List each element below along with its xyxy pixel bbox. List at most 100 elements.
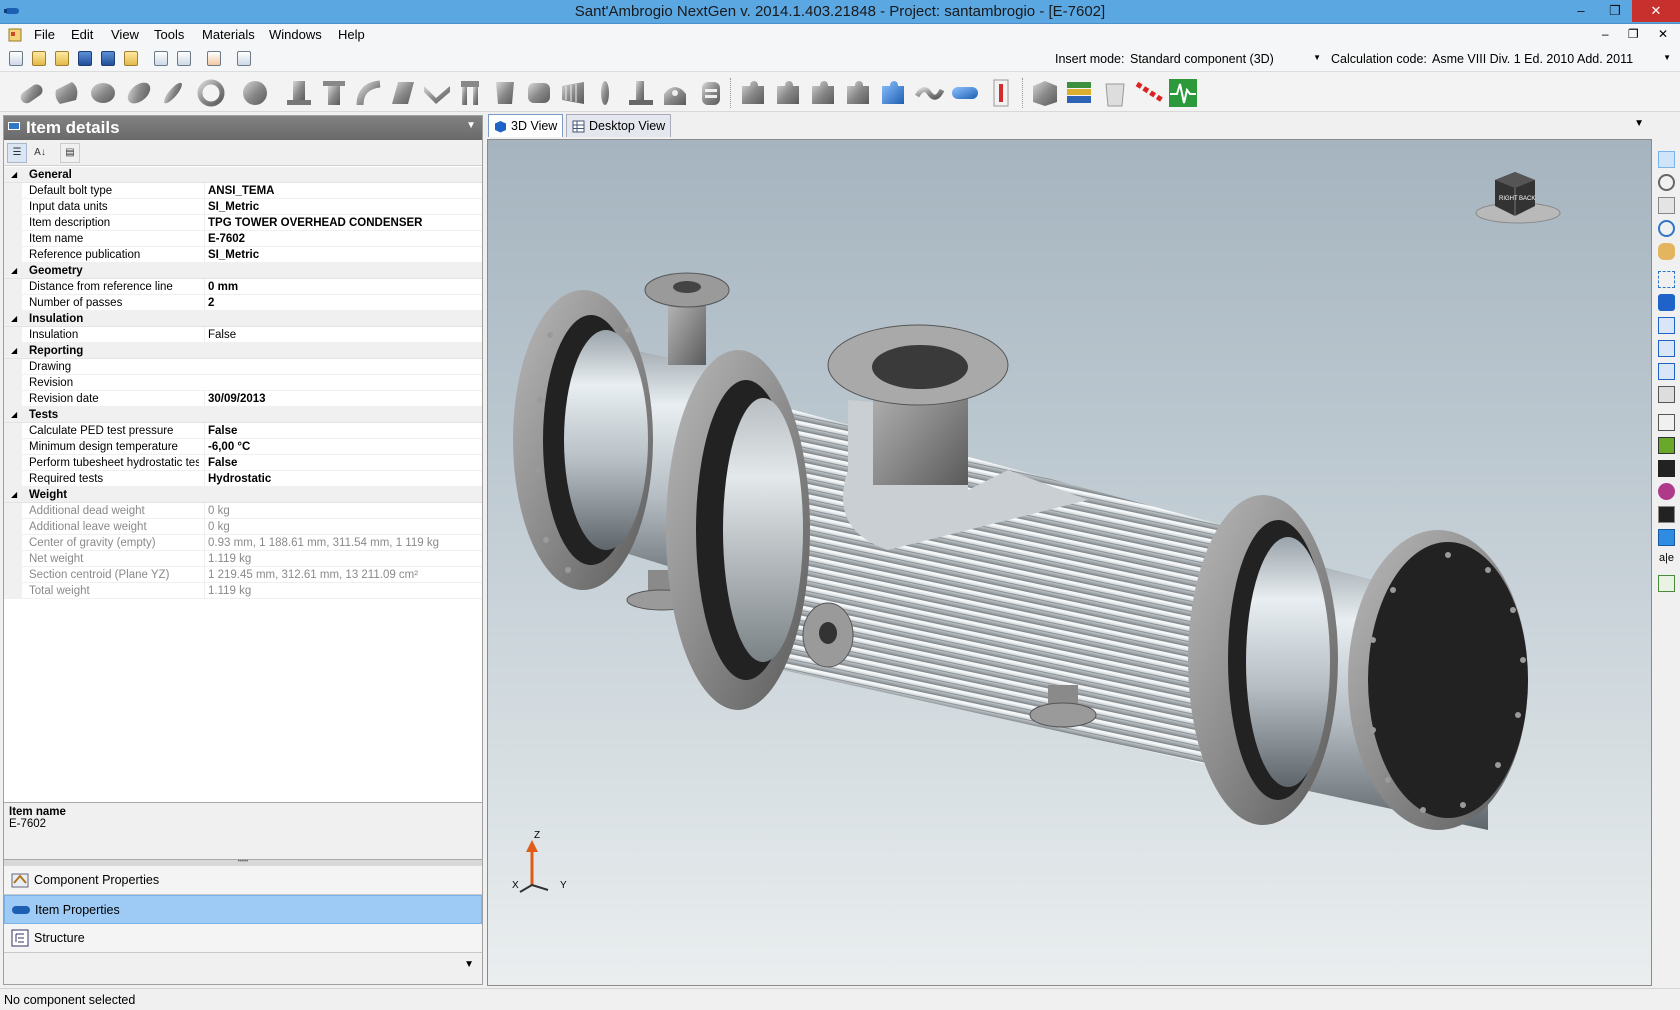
property-row[interactable]: Additional dead weight 0 kg	[4, 503, 482, 519]
menu-view[interactable]: View	[111, 27, 139, 42]
property-value[interactable]: False	[204, 455, 237, 471]
rotate-icon[interactable]	[1658, 220, 1675, 237]
document-menu-icon[interactable]	[8, 28, 22, 42]
open-folder-icon[interactable]	[32, 51, 46, 66]
pan-hand-icon[interactable]	[1658, 243, 1675, 260]
menu-help[interactable]: Help	[338, 27, 365, 42]
menu-edit[interactable]: Edit	[71, 27, 93, 42]
property-row[interactable]: Section centroid (Plane YZ) 1 219.45 mm, …	[4, 567, 482, 583]
property-category[interactable]: ◢ Weight	[4, 487, 482, 503]
collapse-icon[interactable]: ◢	[11, 263, 17, 279]
property-row[interactable]: Item description TPG TOWER OVERHEAD CONDE…	[4, 215, 482, 231]
property-value[interactable]: Hydrostatic	[204, 471, 271, 487]
minimize-button[interactable]: –	[1564, 0, 1598, 22]
sort-alpha-icon[interactable]: A↓	[30, 143, 50, 163]
property-value[interactable]: SI_Metric	[204, 247, 259, 263]
menu-windows[interactable]: Windows	[269, 27, 322, 42]
maximize-button[interactable]: ❐	[1598, 0, 1632, 22]
nozzle-flange-icon[interactable]	[319, 78, 349, 108]
nav-item-properties[interactable]: Item Properties	[4, 895, 482, 924]
background-icon[interactable]	[1658, 529, 1675, 546]
delete-icon[interactable]	[1100, 78, 1130, 108]
property-value[interactable]: SI_Metric	[204, 199, 259, 215]
print-preview-icon[interactable]	[154, 51, 168, 66]
flat-head-icon[interactable]	[158, 78, 188, 108]
collapse-icon[interactable]: ◢	[11, 487, 17, 503]
property-row[interactable]: Number of passes 2	[4, 295, 482, 311]
property-row[interactable]: Required tests Hydrostatic	[4, 471, 482, 487]
property-row[interactable]: Drawing	[4, 359, 482, 375]
categorized-icon[interactable]: ☰	[7, 143, 27, 163]
property-value[interactable]: False	[204, 423, 237, 439]
property-row[interactable]: Revision date 30/09/2013	[4, 391, 482, 407]
nav-component-properties[interactable]: Component Properties	[4, 866, 482, 895]
property-value[interactable]: TPG TOWER OVERHEAD CONDENSER	[204, 215, 422, 231]
temperature-icon[interactable]	[986, 78, 1016, 108]
nav-structure[interactable]: Structure	[4, 924, 482, 953]
puzzle-edit-icon[interactable]	[808, 78, 838, 108]
library-icon[interactable]	[1064, 78, 1094, 108]
property-value[interactable]: -6,00 °C	[204, 439, 250, 455]
windows-icon[interactable]	[237, 51, 251, 66]
property-category[interactable]: ◢ General	[4, 167, 482, 183]
property-value[interactable]: 1.119 kg	[204, 583, 251, 599]
sphere-icon[interactable]	[240, 78, 270, 108]
puzzle-active-icon[interactable]	[878, 78, 908, 108]
property-value[interactable]: E-7602	[204, 231, 245, 247]
save-all-icon[interactable]	[101, 51, 115, 66]
wind-icon[interactable]	[1134, 78, 1164, 108]
property-category[interactable]: ◢ Tests	[4, 407, 482, 423]
property-row[interactable]: Perform tubesheet hydrostatic test False	[4, 455, 482, 471]
select-cursor-icon[interactable]	[1658, 151, 1675, 168]
property-value[interactable]: 2	[204, 295, 214, 311]
settings-icon[interactable]	[207, 51, 221, 66]
vessel-icon[interactable]	[950, 78, 980, 108]
ring-icon[interactable]	[196, 78, 226, 108]
cylinder-icon[interactable]	[16, 78, 46, 108]
insert-mode-select[interactable]: Standard component (3D) ▼	[1125, 49, 1325, 68]
shaded-icon[interactable]	[1658, 437, 1675, 454]
section-icon[interactable]	[1658, 506, 1675, 523]
property-row[interactable]: Item name E-7602	[4, 231, 482, 247]
expansion-joint-icon[interactable]	[558, 78, 588, 108]
property-value[interactable]: 1.119 kg	[204, 551, 251, 567]
heat-exchanger-model[interactable]	[488, 140, 1652, 986]
export-image-icon[interactable]	[1658, 575, 1675, 592]
close-button[interactable]: ✕	[1632, 0, 1680, 22]
perspective-icon[interactable]	[1658, 386, 1675, 403]
property-row[interactable]: Revision	[4, 375, 482, 391]
property-pages-icon[interactable]: ▤	[60, 143, 80, 163]
wireframe-icon[interactable]	[1658, 414, 1675, 431]
property-row[interactable]: Total weight 1.119 kg	[4, 583, 482, 599]
property-value[interactable]: 0 kg	[204, 503, 230, 519]
collapse-icon[interactable]: ◢	[11, 311, 17, 327]
tube-bundle-icon[interactable]	[524, 78, 554, 108]
head-icon[interactable]	[88, 78, 118, 108]
property-value[interactable]: ANSI_TEMA	[204, 183, 274, 199]
tubesheet-icon[interactable]	[696, 78, 726, 108]
property-value[interactable]: 30/09/2013	[204, 391, 266, 407]
property-row[interactable]: Default bolt type ANSI_TEMA	[4, 183, 482, 199]
tab-3d-view[interactable]: 3D View	[488, 114, 564, 137]
zoom-window-icon[interactable]	[1658, 197, 1675, 214]
book-icon[interactable]	[1030, 78, 1060, 108]
elliptical-head-icon[interactable]	[124, 78, 154, 108]
property-row[interactable]: Calculate PED test pressure False	[4, 423, 482, 439]
menu-tools[interactable]: Tools	[154, 27, 184, 42]
print-icon[interactable]	[177, 51, 191, 66]
fit-view-icon[interactable]	[1658, 271, 1675, 288]
lifting-lug-icon[interactable]	[660, 78, 690, 108]
property-row[interactable]: Additional leave weight 0 kg	[4, 519, 482, 535]
property-row[interactable]: Reference publication SI_Metric	[4, 247, 482, 263]
property-row[interactable]: Insulation False	[4, 327, 482, 343]
solid-icon[interactable]	[1658, 460, 1675, 477]
elbow-icon[interactable]	[354, 78, 384, 108]
property-value[interactable]: 0 kg	[204, 519, 230, 535]
chevron-down-icon[interactable]: ▼	[464, 959, 474, 970]
property-category[interactable]: ◢ Geometry	[4, 263, 482, 279]
pipe-bend-icon[interactable]	[914, 78, 945, 108]
puzzle-add-icon[interactable]	[773, 78, 803, 108]
view-cube[interactable]: RIGHT BACK	[1473, 158, 1563, 228]
property-value[interactable]: 1 219.45 mm, 312.61 mm, 13 211.09 cm²	[204, 567, 418, 583]
property-row[interactable]: Center of gravity (empty) 0.93 mm, 1 188.…	[4, 535, 482, 551]
